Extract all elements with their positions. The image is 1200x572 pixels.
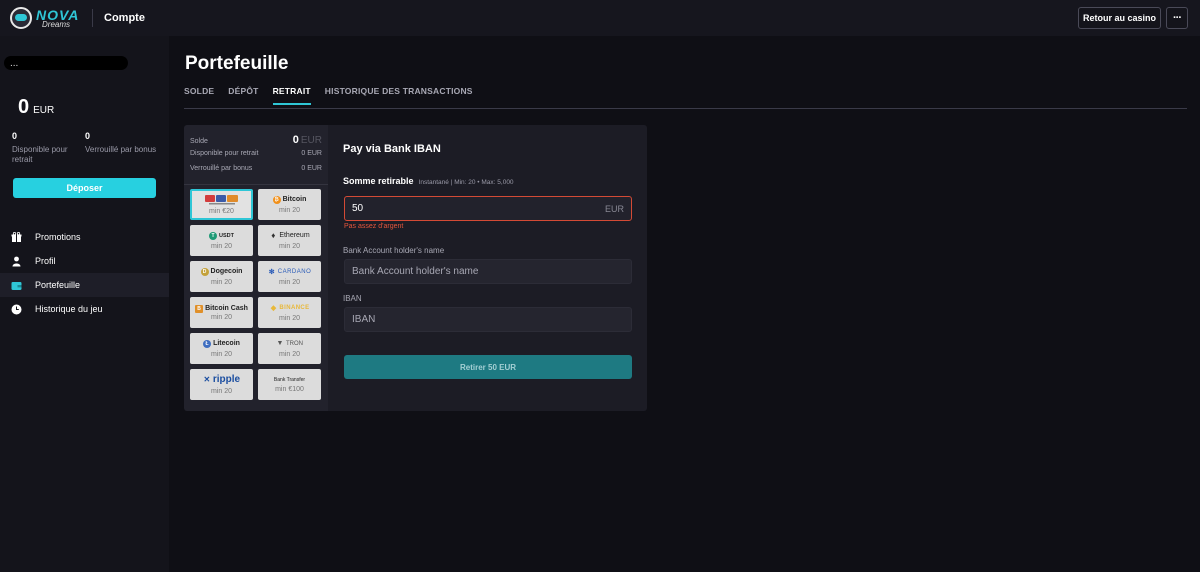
sidebar-balance: 0 EUR	[18, 96, 54, 119]
amount-label-row: Somme retirable Instantané | Min: 20 • M…	[343, 176, 514, 186]
payment-method-cards[interactable]: min €20	[190, 189, 253, 220]
available-balance: 0 Disponible pour retrait	[12, 131, 68, 165]
amount-error: Pas assez d'argent	[344, 223, 404, 230]
wallet-tabs: SOLDE DÉPÔT RETRAIT HISTORIQUE DES TRANS…	[184, 86, 487, 105]
amount-input[interactable]: 50 EUR	[344, 196, 632, 221]
sidebar-item-label: Historique du jeu	[35, 304, 103, 314]
sidebar-item-label: Profil	[35, 256, 56, 266]
locked-balance: 0 Verrouillé par bonus	[85, 131, 157, 154]
tether-icon: T	[209, 231, 217, 240]
ethereum-icon: ♦	[271, 231, 276, 240]
amount-label: Somme retirable	[343, 176, 414, 186]
available-row: Disponible pour retrait 0 EUR	[190, 150, 322, 157]
bitcoin-icon: ₿	[272, 195, 281, 204]
sidebar-item-historique[interactable]: Historique du jeu	[0, 297, 169, 321]
account-holder-input[interactable]: Bank Account holder's name	[344, 259, 632, 284]
payment-method-bank-transfer[interactable]: Bank Transfer min €100	[258, 369, 321, 400]
sidebar: ... 0 EUR 0 Disponible pour retrait 0 Ve…	[0, 36, 169, 572]
amount-hint: Instantané | Min: 20 • Max: 5,000	[418, 179, 514, 186]
bitcoin-cash-icon: B	[195, 304, 204, 313]
payment-method-ethereum[interactable]: ♦ Ethereum min 20	[258, 225, 321, 256]
solde-row: Solde 0 EUR	[190, 134, 322, 146]
sidebar-nav: Promotions Profil Portefeuille Historiqu…	[0, 225, 169, 321]
balance-amount: 0	[18, 96, 30, 118]
binance-icon: ◆	[270, 304, 277, 312]
payment-method-panel: Solde 0 EUR Disponible pour retrait 0 EUR…	[184, 125, 328, 411]
locked-row: Verrouillé par bonus 0 EUR	[190, 165, 322, 172]
payment-method-dogecoin[interactable]: D Dogecoin min 20	[190, 261, 253, 292]
cardano-icon: ✻	[268, 268, 275, 276]
user-icon	[11, 256, 22, 267]
wallet-icon	[11, 280, 22, 291]
sidebar-item-profil[interactable]: Profil	[0, 249, 169, 273]
payment-method-tron[interactable]: ▼ TRON min 20	[258, 333, 321, 364]
sidebar-item-promotions[interactable]: Promotions	[0, 225, 169, 249]
tabs-divider	[184, 108, 1187, 109]
astronaut-icon	[10, 7, 32, 29]
tab-depot[interactable]: DÉPÔT	[228, 86, 258, 105]
panel-divider	[184, 184, 328, 185]
withdraw-form-panel: Pay via Bank IBAN Somme retirable Instan…	[328, 125, 647, 411]
amount-currency: EUR	[604, 203, 624, 214]
top-bar: NOVA Dreams Compte Retour au casino ···	[0, 0, 1200, 36]
card-logos-icon	[204, 194, 238, 204]
deposit-button[interactable]: Déposer	[13, 178, 156, 198]
header-divider	[92, 9, 93, 27]
payment-method-bitcoin-cash[interactable]: B Bitcoin Cash min 20	[190, 297, 253, 328]
tron-icon: ▼	[276, 340, 284, 347]
iban-input[interactable]: IBAN	[344, 307, 632, 332]
dogecoin-icon: D	[200, 267, 209, 276]
username: ...	[4, 56, 128, 70]
form-title: Pay via Bank IBAN	[343, 143, 441, 155]
litecoin-icon: Ł	[203, 339, 212, 348]
page-title: Portefeuille	[185, 53, 289, 74]
payment-method-ripple[interactable]: ✕ ripple min 20	[190, 369, 253, 400]
payment-method-cardano[interactable]: ✻ CARDANO min 20	[258, 261, 321, 292]
tab-retrait[interactable]: RETRAIT	[272, 86, 311, 105]
ripple-icon: ✕	[203, 375, 211, 384]
withdraw-button[interactable]: Retirer 50 EUR	[344, 355, 632, 379]
holder-label: Bank Account holder's name	[343, 246, 445, 255]
sidebar-item-label: Promotions	[35, 232, 81, 242]
tab-historique-transactions[interactable]: HISTORIQUE DES TRANSACTIONS	[325, 86, 473, 105]
tab-solde[interactable]: SOLDE	[184, 86, 214, 105]
more-icon: ···	[1173, 12, 1182, 24]
amount-value: 50	[352, 203, 364, 214]
nova-dreams-logo[interactable]: NOVA Dreams	[10, 3, 82, 33]
iban-label: IBAN	[343, 294, 362, 303]
more-menu-button[interactable]: ···	[1166, 7, 1188, 29]
payment-method-litecoin[interactable]: Ł Litecoin min 20	[190, 333, 253, 364]
sidebar-item-portefeuille[interactable]: Portefeuille	[0, 273, 169, 297]
gift-icon	[11, 231, 22, 243]
sidebar-item-label: Portefeuille	[35, 280, 81, 290]
balance-currency: EUR	[33, 105, 55, 116]
back-to-casino-button[interactable]: Retour au casino	[1078, 7, 1161, 29]
payment-method-bitcoin[interactable]: ₿ Bitcoin min 20	[258, 189, 321, 220]
section-title: Compte	[104, 12, 145, 24]
redacted-username	[4, 56, 128, 70]
payment-method-usdt[interactable]: T USDT min 20	[190, 225, 253, 256]
payment-method-binance[interactable]: ◆ BINANCE min 20	[258, 297, 321, 328]
clock-icon	[11, 304, 22, 315]
